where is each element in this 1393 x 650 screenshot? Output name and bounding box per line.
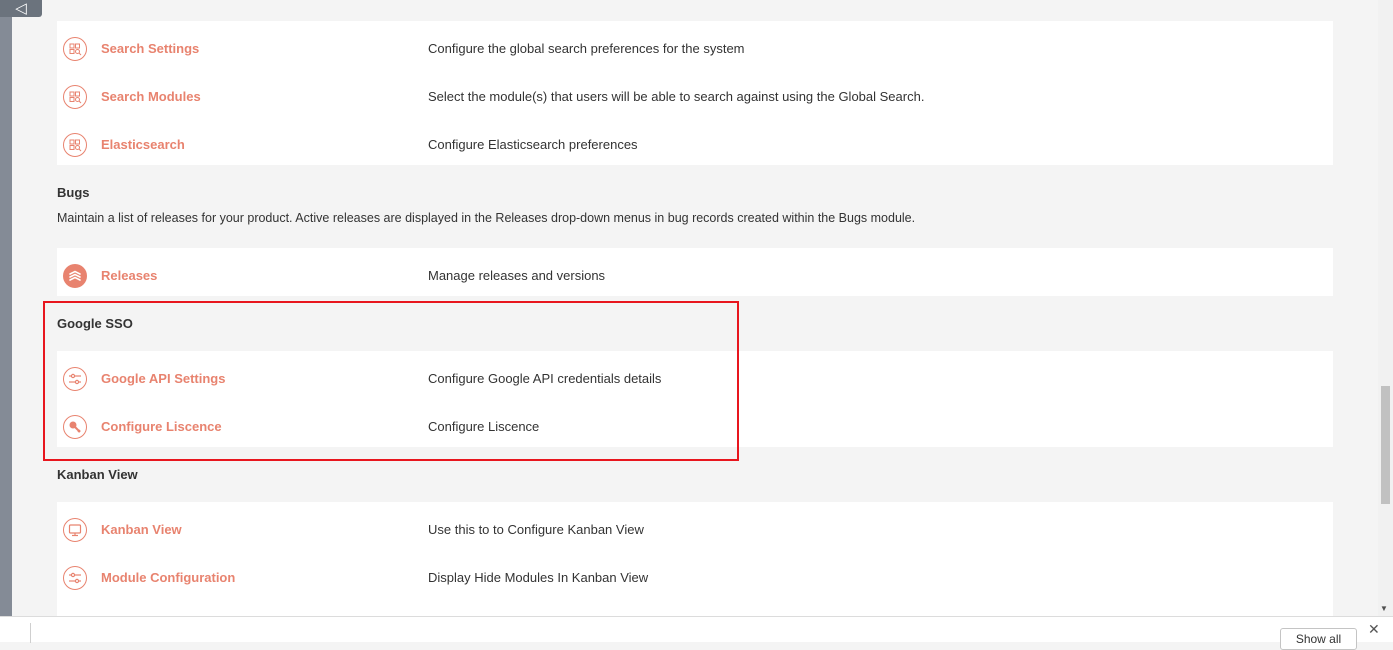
- close-icon[interactable]: ✕: [1368, 621, 1380, 638]
- search-settings-description: Configure the global search preferences …: [428, 41, 745, 56]
- scrollbar-thumb[interactable]: [1381, 386, 1390, 504]
- configure-liscence-link[interactable]: Configure Liscence: [101, 403, 222, 451]
- kanban-view-link[interactable]: Kanban View: [101, 506, 182, 554]
- vertical-scrollbar[interactable]: ▼: [1378, 0, 1393, 616]
- monitor-icon: [63, 518, 87, 542]
- configure-liscence-description: Configure Liscence: [428, 419, 540, 434]
- admin-row-releases: Releases Manage releases and versions: [57, 252, 1333, 300]
- key-icon: [63, 415, 87, 439]
- admin-row-configure-liscence: Configure Liscence Configure Liscence: [57, 403, 1333, 451]
- bugs-section-description: Maintain a list of releases for your pro…: [57, 211, 916, 225]
- google-api-settings-link[interactable]: Google API Settings: [101, 355, 225, 403]
- elasticsearch-icon: [63, 133, 87, 157]
- scroll-down-arrow-icon[interactable]: ▼: [1380, 604, 1388, 613]
- releases-icon: [63, 264, 87, 288]
- bottom-divider: [30, 623, 31, 643]
- search-panel: Search Settings Configure the global sea…: [57, 21, 1333, 165]
- google-api-settings-description: Configure Google API credentials details: [428, 371, 662, 386]
- elasticsearch-link[interactable]: Elasticsearch: [101, 121, 185, 169]
- admin-row-module-configuration: Module Configuration Display Hide Module…: [57, 554, 1333, 602]
- releases-description: Manage releases and versions: [428, 268, 606, 283]
- admin-row-google-api-settings: Google API Settings Configure Google API…: [57, 355, 1333, 403]
- elasticsearch-description: Configure Elasticsearch preferences: [428, 137, 638, 152]
- search-modules-link[interactable]: Search Modules: [101, 73, 201, 121]
- sliders-icon: [63, 367, 87, 391]
- search-settings-link[interactable]: Search Settings: [101, 25, 199, 73]
- back-arrow-icon[interactable]: ◁: [0, 0, 42, 17]
- left-sidebar-rail: [0, 0, 12, 620]
- search-modules-description: Select the module(s) that users will be …: [428, 89, 925, 104]
- module-configuration-link[interactable]: Module Configuration: [101, 554, 235, 602]
- admin-row-kanban-view: Kanban View Use this to to Configure Kan…: [57, 506, 1333, 554]
- admin-row-search-modules: Search Modules Select the module(s) that…: [57, 73, 1333, 121]
- google-sso-section-title: Google SSO: [57, 316, 133, 331]
- bugs-section-title: Bugs: [57, 185, 90, 200]
- bottom-bar: Show all ✕: [0, 616, 1393, 650]
- admin-row-elasticsearch: Elasticsearch Configure Elasticsearch pr…: [57, 121, 1333, 169]
- google-sso-panel: Google API Settings Configure Google API…: [57, 351, 1333, 447]
- releases-link[interactable]: Releases: [101, 252, 157, 300]
- bugs-panel: Releases Manage releases and versions: [57, 248, 1333, 296]
- show-all-button[interactable]: Show all: [1280, 628, 1357, 650]
- sliders-icon: [63, 566, 87, 590]
- search-settings-icon: [63, 37, 87, 61]
- kanban-view-description: Use this to to Configure Kanban View: [428, 522, 644, 537]
- kanban-section-title: Kanban View: [57, 467, 138, 482]
- search-modules-icon: [63, 85, 87, 109]
- kanban-panel: Kanban View Use this to to Configure Kan…: [57, 502, 1333, 616]
- admin-row-search-settings: Search Settings Configure the global sea…: [57, 25, 1333, 73]
- module-configuration-description: Display Hide Modules In Kanban View: [428, 570, 649, 585]
